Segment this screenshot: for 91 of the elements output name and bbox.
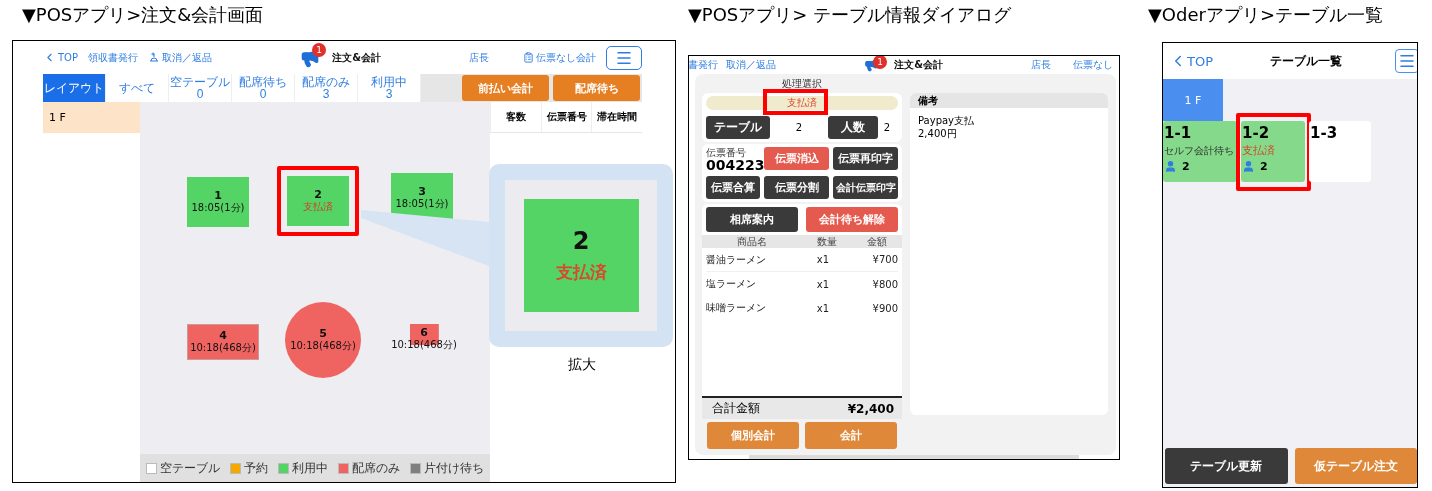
dialog-title: 処理選択 [781, 77, 823, 91]
item-price: ¥800 [871, 278, 898, 290]
guide-button[interactable]: 会計待ち解除 [806, 207, 898, 232]
people-button[interactable]: 人数 [828, 116, 878, 139]
cancel-return-link[interactable]: 取消／返品 [726, 57, 776, 72]
column-header: 伝票番号 [540, 102, 592, 132]
filter-tab[interactable]: レイアウト [43, 74, 106, 102]
bottom-button[interactable]: 仮テーブル注文 [1294, 448, 1417, 484]
slip-number-label: 伝票番号 [706, 147, 747, 158]
receipt-link[interactable]: 領収書発行 [88, 50, 138, 65]
legend-label: 利用中 [292, 459, 328, 477]
item-quantity: x1 [815, 254, 831, 265]
back-link[interactable]: TOP [1169, 52, 1213, 70]
item-quantity: x1 [815, 278, 831, 290]
total-amount: ¥2,400 [847, 401, 894, 416]
no-slip-checkout-link[interactable]: 伝票なし [1073, 57, 1113, 72]
table-tile[interactable]: 2 支払済 [287, 176, 349, 226]
notes-title: 備考 [910, 93, 1108, 108]
notification-badge: 1 [312, 42, 327, 57]
action-button[interactable]: 配席待ち [553, 75, 640, 101]
total-label: 合計金額 [712, 400, 760, 417]
filter-tab[interactable]: 利用中 3 [358, 74, 421, 102]
slip-button[interactable]: 伝票合算 [706, 176, 760, 199]
user-name[interactable]: 店長 [1031, 57, 1051, 72]
action-button[interactable]: 前払い会計 [462, 75, 549, 101]
table-status: 支払済 [1242, 144, 1276, 158]
table-card[interactable]: 1-2 支払済 2 [1241, 121, 1305, 182]
checkout-button[interactable]: 会計 [805, 422, 897, 449]
filter-tab[interactable]: 空テーブル 0 [169, 74, 232, 102]
table-card[interactable]: 1-1 セルフ会計待ち 2 [1163, 121, 1237, 182]
column-header: 客数 [490, 102, 541, 132]
magnified-table-tile: 2 支払済 [523, 199, 639, 312]
table-tile[interactable]: 4 10:18(468分) [187, 324, 259, 360]
user-name[interactable]: 店長 [469, 50, 489, 65]
column-header: 金額 [866, 235, 888, 249]
figure-caption: ▼Oderアプリ>テーブル一覧 [1148, 3, 1384, 27]
floor-item[interactable]: 1 F [43, 102, 140, 133]
notification-badge: 1 [873, 56, 888, 69]
item-price: ¥700 [871, 254, 898, 265]
figure-caption: ▼POSアプリ> テーブル情報ダイアログ [688, 3, 1013, 27]
table-button[interactable]: テーブル [706, 116, 770, 139]
screen-title: 注文&会計 [894, 57, 943, 72]
slip-button[interactable]: 伝票消込 [764, 147, 829, 170]
table-tile[interactable]: 1 18:05(1分) [187, 177, 249, 227]
magnify-caption: 拡大 [568, 356, 596, 374]
screen-title: テーブル一覧 [1269, 52, 1343, 70]
column-header: 滞在時間 [591, 102, 642, 132]
legend-label: 配席のみ [352, 459, 400, 477]
item-name: 塩ラーメン [706, 277, 757, 291]
column-header: 商品名 [736, 235, 768, 249]
slip-button[interactable]: 伝票再印字 [833, 147, 898, 170]
item-name: 醤油ラーメン [706, 252, 767, 267]
legend-label: 予約 [244, 459, 268, 477]
table-status: セルフ会計待ち [1164, 144, 1235, 158]
legend-label: 空テーブル [160, 459, 220, 477]
menu-button[interactable] [1395, 49, 1417, 73]
person-icon [1242, 160, 1255, 173]
checkout-button[interactable]: 個別会計 [707, 422, 799, 449]
table-number: 2 [794, 122, 804, 133]
filter-tab[interactable]: 配席待ち 0 [232, 74, 295, 102]
legend-label: 片付け待ち [424, 459, 484, 477]
clipboard-icon [523, 52, 534, 63]
cancel-return-link[interactable]: 取消／返品 [162, 50, 212, 65]
menu-button[interactable] [606, 45, 642, 70]
menu-icon [1398, 52, 1416, 70]
item-quantity: x1 [815, 302, 831, 314]
table-card[interactable]: 1-3 [1309, 121, 1371, 182]
table-name: 1-3 [1310, 124, 1339, 142]
column-header: 数量 [816, 235, 838, 249]
back-link[interactable]: TOP [43, 51, 78, 64]
figure-caption: ▼POSアプリ>注文&会計画面 [21, 3, 265, 27]
no-slip-checkout-link[interactable]: 伝票なし会計 [536, 50, 596, 65]
note-line: 2,400円 [918, 127, 958, 140]
people-count: 2 [882, 122, 892, 133]
item-price: ¥900 [871, 302, 898, 314]
guest-count: 2 [1182, 160, 1190, 173]
item-name: 味噌ラーメン [706, 301, 767, 315]
guide-button[interactable]: 相席案内 [706, 207, 798, 232]
filter-tab[interactable]: 配席のみ 3 [295, 74, 358, 102]
screen-title: 注文&会計 [332, 50, 381, 65]
guest-count: 2 [1260, 160, 1268, 173]
slip-button[interactable]: 伝票分割 [764, 176, 829, 199]
slip-button[interactable]: 会計伝票印字 [833, 176, 898, 199]
table-name: 1-1 [1164, 124, 1193, 142]
table-name: 1-2 [1242, 124, 1271, 142]
bottom-button[interactable]: テーブル更新 [1165, 448, 1288, 484]
filter-tab[interactable]: すべて [106, 74, 169, 102]
receipt-link[interactable]: 書発行 [689, 57, 718, 72]
person-icon [1164, 160, 1177, 173]
note-line: Paypay支払 [918, 114, 976, 127]
table-tile[interactable]: 5 10:18(468分) [285, 302, 361, 378]
